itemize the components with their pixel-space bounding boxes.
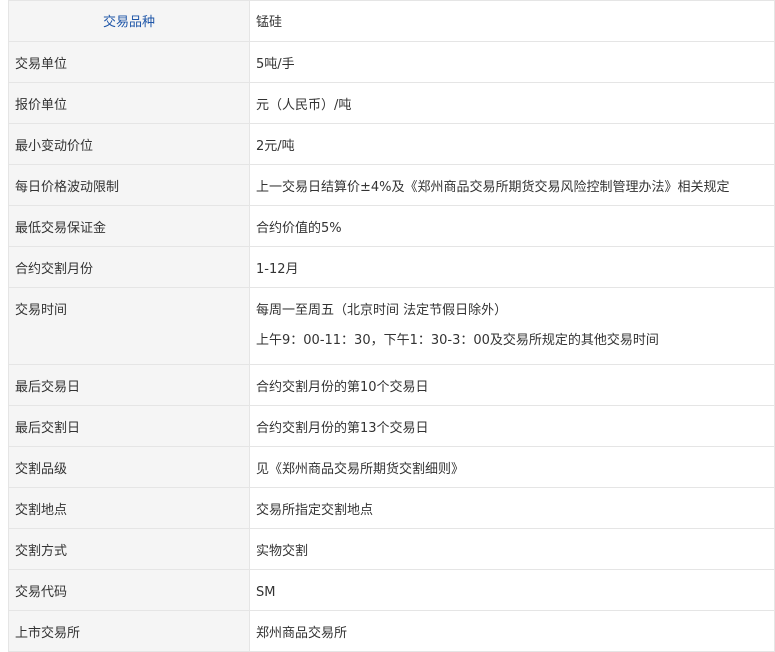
row-value: 元（人民币）/吨 xyxy=(249,82,775,124)
table-row: 最后交易日 合约交割月份的第10个交易日 xyxy=(8,364,775,406)
row-label: 合约交割月份 xyxy=(8,246,250,288)
table-row: 交割方式 实物交割 xyxy=(8,528,775,570)
row-label: 交易代码 xyxy=(8,569,250,611)
row-value: 合约交割月份的第13个交易日 xyxy=(249,405,775,447)
row-value: 合约价值的5% xyxy=(249,205,775,247)
table-row: 上市交易所 郑州商品交易所 xyxy=(8,610,775,652)
table-row: 最后交割日 合约交割月份的第13个交易日 xyxy=(8,405,775,447)
row-label: 最小变动价位 xyxy=(8,123,250,165)
row-label: 交易时间 xyxy=(8,287,250,365)
row-label: 交割方式 xyxy=(8,528,250,570)
row-label: 每日价格波动限制 xyxy=(8,164,250,206)
row-value: 实物交割 xyxy=(249,528,775,570)
table-row: 每日价格波动限制 上一交易日结算价±4%及《郑州商品交易所期货交易风险控制管理办… xyxy=(8,164,775,206)
row-label: 上市交易所 xyxy=(8,610,250,652)
row-value: 每周一至周五（北京时间 法定节假日除外） 上午9：00-11：30，下午1：30… xyxy=(249,287,775,365)
row-label: 最后交易日 xyxy=(8,364,250,406)
table-header-row: 交易品种 锰硅 xyxy=(8,0,775,42)
table-row: 交割地点 交易所指定交割地点 xyxy=(8,487,775,529)
table-row: 报价单位 元（人民币）/吨 xyxy=(8,82,775,124)
row-value: 1-12月 xyxy=(249,246,775,288)
row-value: 见《郑州商品交易所期货交割细则》 xyxy=(249,446,775,488)
row-label: 报价单位 xyxy=(8,82,250,124)
row-value: 上一交易日结算价±4%及《郑州商品交易所期货交易风险控制管理办法》相关规定 xyxy=(249,164,775,206)
row-label: 交割地点 xyxy=(8,487,250,529)
table-row: 交易单位 5吨/手 xyxy=(8,41,775,83)
table-row: 最小变动价位 2元/吨 xyxy=(8,123,775,165)
header-value: 锰硅 xyxy=(249,0,775,42)
row-value: 2元/吨 xyxy=(249,123,775,165)
row-label: 最低交易保证金 xyxy=(8,205,250,247)
table-row: 最低交易保证金 合约价值的5% xyxy=(8,205,775,247)
header-label: 交易品种 xyxy=(8,0,250,42)
table-row: 合约交割月份 1-12月 xyxy=(8,246,775,288)
row-value: 合约交割月份的第10个交易日 xyxy=(249,364,775,406)
row-label: 交易单位 xyxy=(8,41,250,83)
table-row: 交易代码 SM xyxy=(8,569,775,611)
row-value: 5吨/手 xyxy=(249,41,775,83)
row-value: 交易所指定交割地点 xyxy=(249,487,775,529)
row-label: 交割品级 xyxy=(8,446,250,488)
trading-hours-line-2: 上午9：00-11：30，下午1：30-3：00及交易所规定的其他交易时间 xyxy=(256,333,659,348)
row-value: 郑州商品交易所 xyxy=(249,610,775,652)
table-row: 交易时间 每周一至周五（北京时间 法定节假日除外） 上午9：00-11：30，下… xyxy=(8,287,775,365)
trading-hours-line-1: 每周一至周五（北京时间 法定节假日除外） xyxy=(256,303,508,318)
row-value: SM xyxy=(249,569,775,611)
table-row: 交割品级 见《郑州商品交易所期货交割细则》 xyxy=(8,446,775,488)
row-label: 最后交割日 xyxy=(8,405,250,447)
contract-spec-table: 交易品种 锰硅 交易单位 5吨/手 报价单位 元（人民币）/吨 最小变动价位 2… xyxy=(8,0,775,652)
